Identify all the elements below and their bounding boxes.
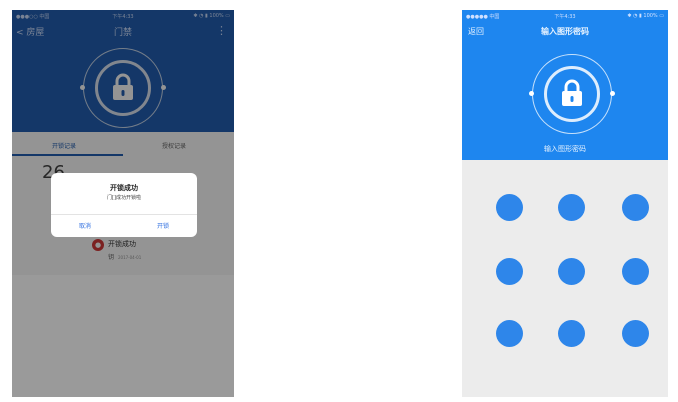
pattern-dot-1[interactable] [496,194,523,221]
pattern-dot-2[interactable] [558,194,585,221]
pattern-dot-5[interactable] [558,258,585,285]
status-time: 下午4:33 [554,14,576,20]
dialog-message: 门[]成功开锁啦 [107,195,141,201]
lock-icon [562,79,582,106]
pattern-grid[interactable] [462,160,668,397]
status-bar: ●●●●● 中国 下午4:33 ✱ ◔ ▮ 100% ▭ [462,10,668,22]
pattern-hint: 输入图形密码 [544,145,586,153]
bottom-dim-area [12,275,234,397]
ring-dot-left [529,91,534,96]
pattern-password-screen: ●●●●● 中国 下午4:33 ✱ ◔ ▮ 100% ▭ 返回 输入图形密码 输… [462,10,668,397]
pattern-dot-9[interactable] [622,320,649,347]
status-battery: ✱ ◔ ▮ 100% ▭ [627,13,664,19]
lock-emblem [529,54,615,134]
pattern-dot-7[interactable] [496,320,523,347]
pattern-dot-3[interactable] [622,194,649,221]
dialog-cancel-button[interactable]: 取消 [79,221,91,230]
back-button[interactable]: 返回 [468,26,484,37]
ring-dot-right [610,91,615,96]
status-carrier: ●●●●● 中国 [466,14,500,20]
alert-dialog: 开锁成功 门[]成功开锁啦 取消 开锁 [51,173,197,237]
nav-bar: 返回 输入图形密码 [462,24,668,40]
header: ●●●●● 中国 下午4:33 ✱ ◔ ▮ 100% ▭ 返回 输入图形密码 输… [462,10,668,160]
pattern-dot-6[interactable] [622,258,649,285]
dialog-title: 开锁成功 [110,184,138,192]
page-title: 输入图形密码 [541,27,589,36]
door-access-screen: ●●●○○ 中国 下午4:33 ✱ ◔ ▮ 100% ▭ < 房屋 门禁 ⋮ 开… [12,10,234,397]
pattern-dot-4[interactable] [496,258,523,285]
pattern-dot-8[interactable] [558,320,585,347]
dialog-divider [51,214,197,215]
dialog-confirm-button[interactable]: 开锁 [157,221,169,230]
